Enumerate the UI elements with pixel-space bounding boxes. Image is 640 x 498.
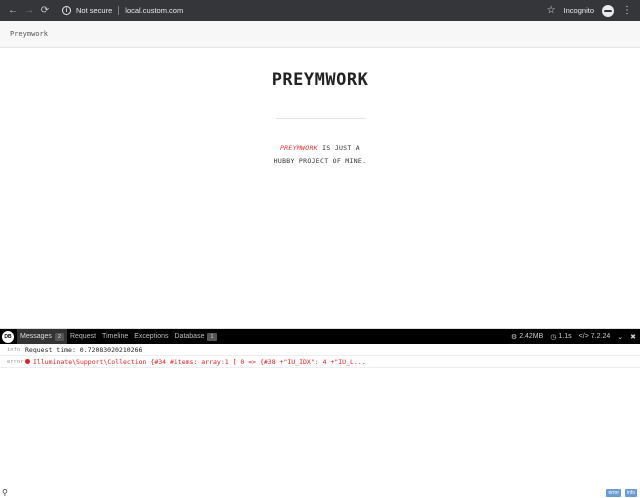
menu-icon[interactable]: ⋮	[622, 5, 632, 16]
error-dot-icon	[25, 359, 30, 364]
reload-icon[interactable]: ⟳	[38, 4, 52, 18]
debugbar-logo-icon[interactable]: DB	[2, 330, 14, 343]
tagline-line-1: PREYMWORK IS JUST A	[0, 142, 640, 155]
debugbar-footer: ⚲ error info	[0, 488, 640, 498]
memory-stat[interactable]: ⚙ 2.42MB	[511, 333, 543, 341]
tagline-line-2: HUBBY PROJECT OF MINE.	[273, 157, 367, 165]
filter-info-button[interactable]: info	[624, 489, 637, 497]
tagline-accent: PREYMWORK	[279, 144, 318, 152]
filter-error-button[interactable]: error	[606, 489, 621, 497]
php-version-stat: </> 7.2.24	[579, 333, 611, 340]
tagline-rest: IS JUST A	[317, 144, 361, 152]
tab-messages-label: Messages	[20, 333, 52, 340]
brand-title: PREYMWORK	[271, 70, 369, 90]
nav-buttons: ← → ⟳	[0, 4, 52, 18]
tab-exceptions[interactable]: Exceptions	[131, 329, 171, 344]
cogs-icon: ⚙	[510, 333, 518, 341]
tab-request[interactable]: Request	[67, 329, 99, 344]
message-text[interactable]: Illuminate\Support\Collection {#34 #item…	[33, 358, 366, 366]
info-icon[interactable]: i	[62, 6, 71, 15]
search-icon[interactable]: ⚲	[2, 488, 8, 497]
message-level: info	[7, 346, 21, 353]
tab-messages-badge: 2	[54, 332, 64, 341]
clock-icon: ◷	[550, 333, 557, 341]
tab-database[interactable]: Database 1	[172, 329, 220, 344]
message-level: error	[7, 358, 24, 365]
memory-value: 2.42MB	[519, 333, 544, 340]
message-row: info Request time: 0.72083020210266	[0, 344, 640, 356]
main-content: PREYMWORK PREYMWORK IS JUST A HUBBY PROJ…	[0, 48, 640, 328]
debugbar-header: DB Messages 2 Request Timeline Exception…	[0, 329, 640, 344]
app-header-title[interactable]: Preymwork	[10, 30, 48, 38]
php-version-value: 7.2.24	[590, 333, 611, 340]
browser-toolbar: ← → ⟳ i Not secure local.custom.com ☆ In…	[0, 0, 640, 21]
tab-request-label: Request	[69, 333, 97, 340]
bookmark-star-icon[interactable]: ☆	[547, 5, 556, 16]
incognito-icon[interactable]	[602, 4, 614, 17]
code-icon: </>	[578, 333, 589, 340]
incognito-label: Incognito	[563, 6, 594, 15]
tab-messages[interactable]: Messages 2	[17, 329, 67, 344]
app-header: Preymwork	[0, 21, 640, 48]
toolbar-right: ☆ Incognito ⋮	[547, 4, 640, 17]
divider-rule	[276, 118, 366, 119]
minimize-icon[interactable]: ⌄	[617, 333, 623, 341]
tab-timeline[interactable]: Timeline	[99, 329, 131, 344]
tab-database-badge: 1	[207, 332, 217, 341]
tab-database-label: Database	[174, 333, 205, 340]
tab-exceptions-label: Exceptions	[134, 333, 169, 340]
time-value: 1.1s	[558, 333, 572, 340]
forward-icon[interactable]: →	[22, 4, 36, 18]
message-row[interactable]: error Illuminate\Support\Collection {#34…	[0, 356, 640, 368]
message-text: Request time: 0.72083020210266	[25, 345, 143, 354]
close-icon[interactable]: ✖	[630, 333, 636, 341]
debugbar-stats: ⚙ 2.42MB ◷ 1.1s </> 7.2.24 ⌄ ✖	[511, 333, 640, 341]
tab-timeline-label: Timeline	[102, 333, 129, 340]
back-icon[interactable]: ←	[6, 4, 20, 18]
debugbar: DB Messages 2 Request Timeline Exception…	[0, 328, 640, 498]
url-text[interactable]: local.custom.com	[125, 6, 183, 15]
time-stat[interactable]: ◷ 1.1s	[550, 333, 571, 341]
tagline: PREYMWORK IS JUST A HUBBY PROJECT OF MIN…	[0, 142, 640, 168]
security-label: Not secure	[76, 6, 113, 15]
address-bar[interactable]: i Not secure local.custom.com	[62, 3, 547, 19]
divider	[118, 6, 120, 15]
